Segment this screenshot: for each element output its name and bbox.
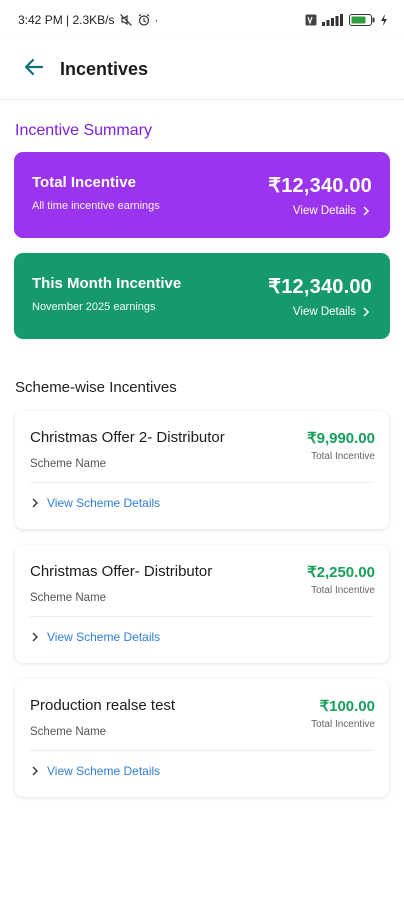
status-bar: 3:42 PM | 2.3KB/s · [0,0,404,40]
scheme-amount-label: Total Incentive [311,585,375,596]
battery-icon [349,14,375,26]
scheme-amount: ₹2,250.00 [307,564,375,581]
card-amount: ₹12,340.00 [268,175,372,197]
card-amount: ₹12,340.00 [268,276,372,298]
chevron-right-icon [362,206,370,216]
scheme-amount-label: Total Incentive [311,719,375,730]
charging-icon [380,14,388,26]
view-details-link[interactable]: View Details [293,205,370,217]
divider [30,750,374,751]
view-scheme-details-label: View Scheme Details [47,630,161,644]
status-right [305,14,388,26]
scheme-card: Christmas Offer 2- Distributor Scheme Na… [15,411,389,529]
view-scheme-details-label: View Scheme Details [47,496,161,510]
scheme-amount: ₹100.00 [319,698,375,715]
this-month-incentive-card[interactable]: This Month Incentive November 2025 earni… [14,253,390,339]
mute-icon [119,13,133,27]
page-title: Incentives [60,59,149,79]
chevron-right-icon [31,632,39,642]
app-bar: Incentives [0,40,404,100]
divider [30,616,374,617]
scheme-amount: ₹9,990.00 [307,430,375,447]
scheme-card: Christmas Offer- Distributor Scheme Name… [15,545,389,663]
scheme-amount-label: Total Incentive [311,451,375,462]
divider [30,482,374,483]
chevron-right-icon [31,498,39,508]
scheme-card: Production realse test Scheme Name ₹100.… [15,679,389,797]
status-left: 3:42 PM | 2.3KB/s · [18,13,159,27]
back-button[interactable] [14,50,54,90]
view-scheme-details-link[interactable]: View Scheme Details [31,764,160,778]
arrow-left-icon [23,56,45,83]
view-scheme-details-link[interactable]: View Scheme Details [31,496,160,510]
incentive-summary-heading: Incentive Summary [15,122,152,139]
view-scheme-details-link[interactable]: View Scheme Details [31,630,160,644]
view-details-link[interactable]: View Details [293,306,370,318]
status-dot: · [154,13,159,27]
view-details-label: View Details [292,205,356,217]
view-scheme-details-label: View Scheme Details [47,764,161,778]
alarm-icon [137,13,151,27]
chevron-right-icon [362,307,370,317]
view-details-label: View Details [292,306,356,318]
total-incentive-card[interactable]: Total Incentive All time incentive earni… [14,152,390,238]
status-time-speed: 3:42 PM | 2.3KB/s [18,13,115,27]
volte-icon [305,14,317,26]
scheme-wise-heading: Scheme-wise Incentives [15,379,177,396]
chevron-right-icon [31,766,39,776]
signal-icon [322,14,344,26]
